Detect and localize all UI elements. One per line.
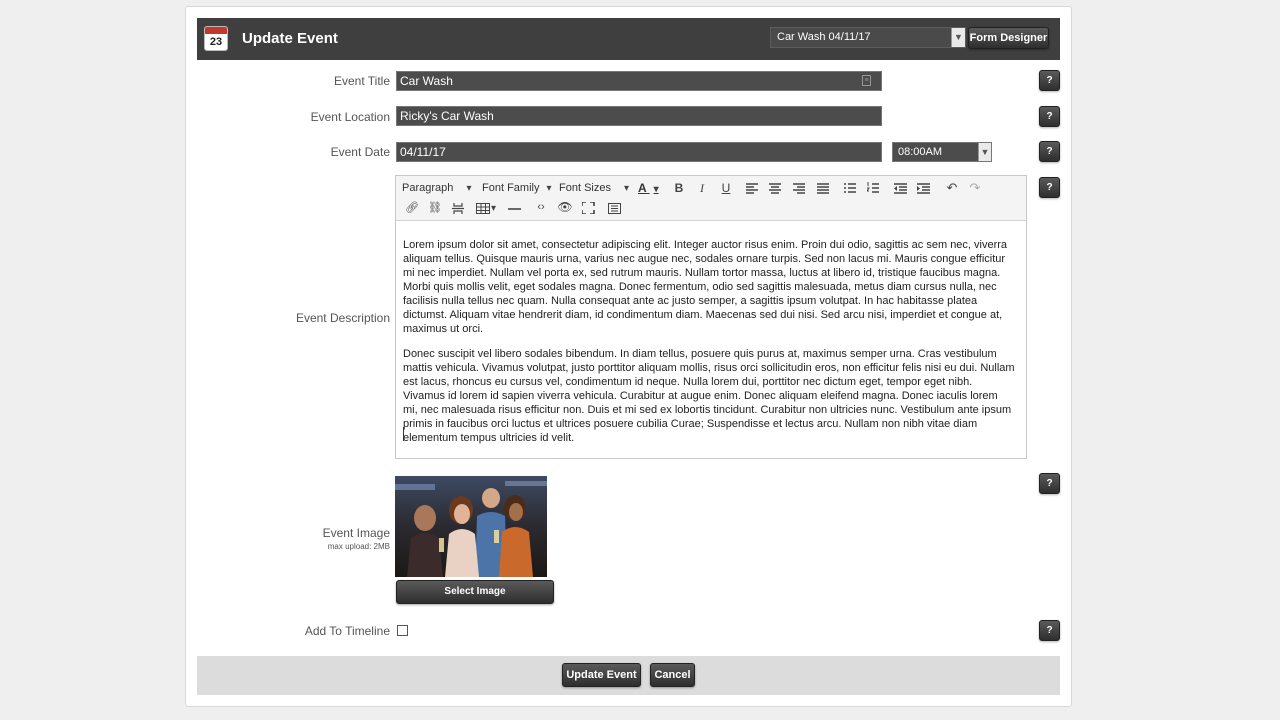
select-image-button[interactable]: Select Image	[396, 580, 554, 604]
add-to-timeline-label: Add To Timeline	[304, 624, 390, 638]
event-title-value: Car Wash	[400, 74, 453, 88]
help-button-description[interactable]: ?	[1039, 177, 1060, 198]
event-description-label: Event Description	[295, 311, 390, 325]
media-icon[interactable]	[608, 203, 624, 214]
event-date-value: 04/11/17	[400, 145, 446, 159]
code-icon[interactable]: ‹›	[533, 201, 549, 213]
bold-icon[interactable]: B	[671, 181, 687, 195]
event-select-value: Car Wash 04/11/17	[777, 31, 871, 43]
event-time-value: 08:00AM	[898, 146, 943, 158]
max-upload-note: max upload: 2MB	[327, 542, 390, 551]
redo-icon[interactable]: ↷	[967, 180, 983, 196]
description-paragraph: Donec suscipit vel libero sodales bibend…	[403, 348, 1015, 444]
help-button-title[interactable]: ?	[1039, 70, 1060, 91]
help-button-location[interactable]: ?	[1039, 106, 1060, 127]
font-family-label: Font Family	[482, 182, 540, 194]
cancel-button[interactable]: Cancel	[650, 663, 695, 687]
unlink-icon[interactable]: ⛓︎	[427, 201, 443, 214]
event-location-input[interactable]: Ricky's Car Wash	[396, 106, 882, 126]
paragraph-dropdown-label: Paragraph	[402, 182, 454, 194]
event-date-input[interactable]: 04/11/17	[396, 142, 882, 162]
bullet-list-icon[interactable]	[844, 183, 860, 194]
event-title-input[interactable]: Car Wash ≡	[396, 71, 882, 91]
font-sizes-dropdown[interactable]: Font Sizes ▾	[559, 182, 629, 194]
font-family-dropdown[interactable]: Font Family ▾	[482, 182, 552, 194]
numbered-list-icon[interactable]	[867, 182, 883, 194]
align-justify-icon[interactable]	[817, 183, 833, 194]
event-location-label: Event Location	[310, 110, 390, 124]
preview-icon[interactable]: 👁︎	[557, 200, 573, 214]
help-button-image[interactable]: ?	[1039, 473, 1060, 494]
outdent-icon[interactable]	[894, 183, 910, 194]
event-image-label: Event Image	[322, 526, 390, 540]
table-icon[interactable]	[476, 203, 492, 214]
indent-icon[interactable]	[917, 183, 933, 194]
event-image-preview	[395, 476, 547, 577]
event-time-select[interactable]: 08:00AM ▼	[892, 142, 992, 162]
event-date-label: Event Date	[330, 145, 390, 159]
chevron-down-icon[interactable]: ▼	[978, 143, 991, 161]
field-menu-icon[interactable]: ≡	[862, 75, 871, 86]
link-icon[interactable]: 🔗︎	[404, 201, 420, 214]
chevron-down-icon[interactable]: ▼	[951, 28, 965, 47]
fullscreen-icon[interactable]	[582, 202, 598, 214]
editor-toolbar: Paragraph ▾ Font Family ▾ Font Sizes ▾ A…	[396, 176, 1026, 221]
page-title: Update Event	[242, 30, 338, 47]
paragraph-dropdown[interactable]: Paragraph ▾	[402, 182, 471, 194]
help-button-timeline[interactable]: ?	[1039, 620, 1060, 641]
undo-icon[interactable]: ↶	[944, 180, 960, 196]
text-cursor	[403, 427, 404, 441]
description-paragraph: Lorem ipsum dolor sit amet, consectetur …	[403, 239, 1008, 335]
font-sizes-label: Font Sizes	[559, 182, 611, 194]
event-select[interactable]: Car Wash 04/11/17 ▼	[770, 27, 966, 48]
update-event-button[interactable]: Update Event	[562, 663, 641, 687]
editor-content[interactable]: Lorem ipsum dolor sit amet, consectetur …	[403, 238, 1015, 456]
chevron-down-icon[interactable]: ▾	[491, 203, 496, 214]
anchor-icon[interactable]	[452, 203, 468, 214]
align-left-icon[interactable]	[746, 183, 762, 194]
rich-text-editor[interactable]: Paragraph ▾ Font Family ▾ Font Sizes ▾ A…	[395, 175, 1027, 459]
help-button-date[interactable]: ?	[1039, 141, 1060, 162]
calendar-day: 23	[209, 36, 223, 48]
calendar-icon: 23	[204, 26, 228, 51]
form-designer-button[interactable]: Form Designer	[968, 27, 1049, 49]
align-right-icon[interactable]	[793, 183, 809, 194]
event-location-value: Ricky's Car Wash	[400, 109, 494, 123]
event-title-label: Event Title	[333, 74, 390, 88]
align-center-icon[interactable]	[769, 183, 785, 194]
underline-icon[interactable]: U	[718, 181, 734, 195]
header-bar: 23 Update Event Car Wash 04/11/17 ▼ Form…	[197, 18, 1060, 60]
italic-icon[interactable]: I	[694, 181, 710, 196]
add-to-timeline-checkbox[interactable]	[397, 625, 408, 636]
horizontal-rule-icon[interactable]	[508, 208, 524, 210]
text-color-icon[interactable]: A ▾	[638, 181, 659, 195]
